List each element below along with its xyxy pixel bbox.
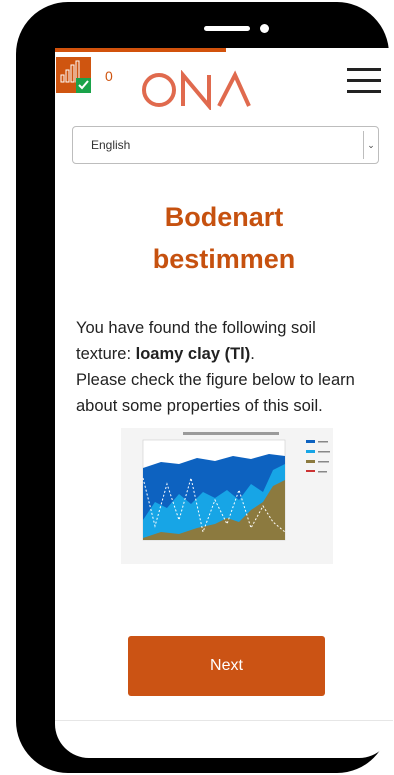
hamburger-icon[interactable] [347,68,381,98]
phone-notch [136,10,322,52]
result-text: You have found the following soil textur… [76,319,355,415]
next-button[interactable]: Next [128,636,325,696]
language-select-value: English [91,138,131,152]
phone-speaker [204,26,250,31]
app-screen: 0 English ⌄ Bodenart bestimmen You have … [55,48,393,758]
page-title: Bodenart bestimmen [152,202,296,274]
soil-properties-figure [121,428,333,564]
phone-frame: 0 English ⌄ Bodenart bestimmen You have … [16,2,393,773]
chevron-down-icon[interactable]: ⌄ [363,131,378,159]
progress-bar [55,48,226,52]
counter-badge: 0 [105,68,113,84]
signal-bars-icon [56,57,91,93]
ona-logo [139,69,251,112]
phone-camera [260,24,269,33]
check-icon [76,78,91,93]
language-select[interactable]: English ⌄ [72,126,379,164]
soil-texture-result: loamy clay (Tl) [135,345,251,363]
divider [55,720,393,721]
